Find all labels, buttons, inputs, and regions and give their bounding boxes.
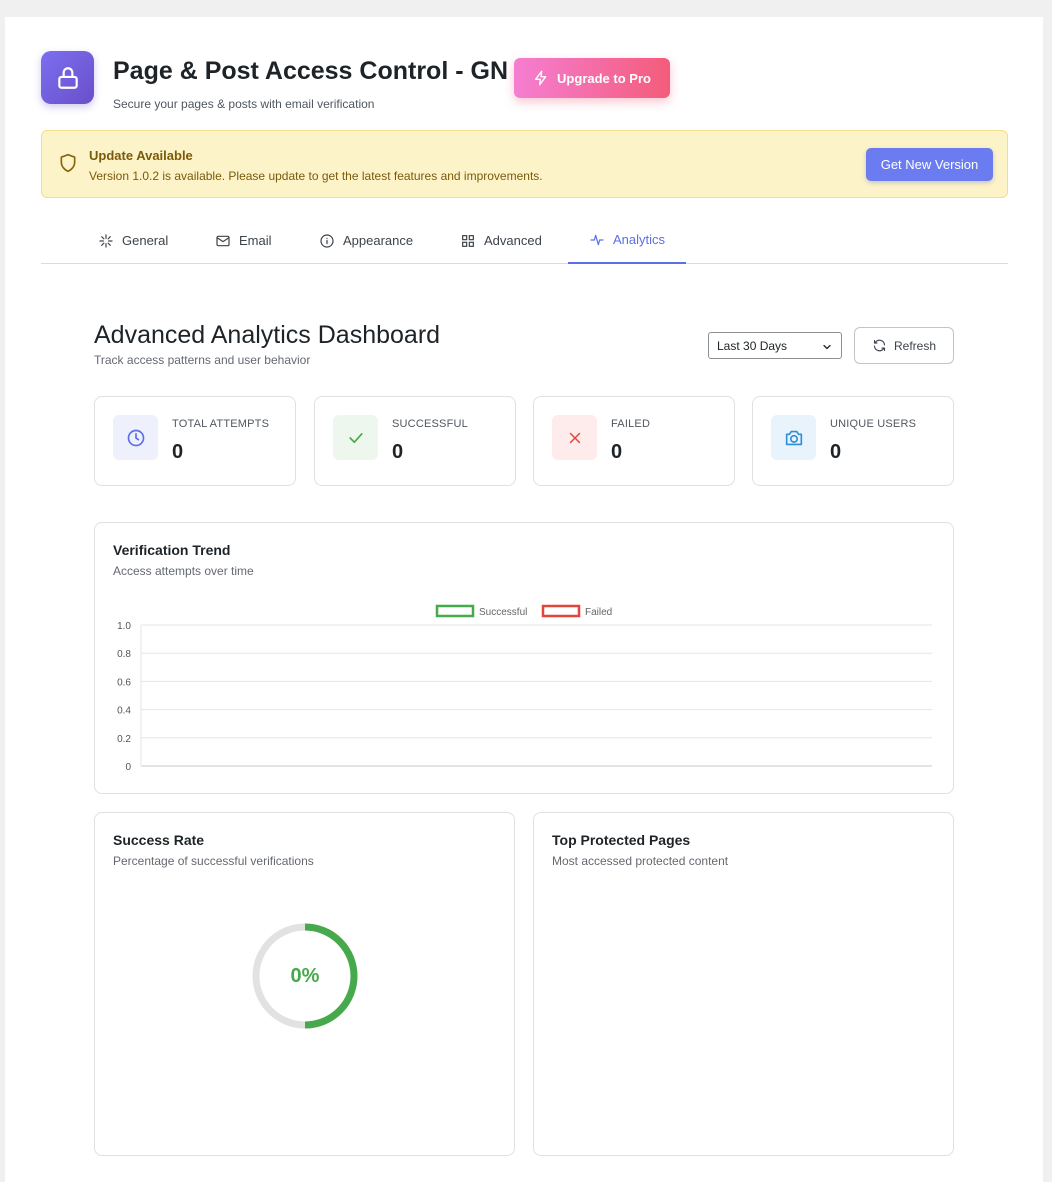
info-circle-icon [320,233,334,248]
clock-icon [113,415,158,460]
refresh-button[interactable]: Refresh [854,327,954,364]
tab-label: General [122,233,169,248]
get-new-version-button[interactable]: Get New Version [866,148,993,181]
y-tick-label: 0.2 [117,734,131,745]
upgrade-to-pro-button[interactable]: Upgrade to Pro [514,58,670,98]
y-tick-label: 1.0 [117,621,131,632]
refresh-icon [873,339,886,352]
date-range-select[interactable]: Last 30 Days [708,332,842,359]
verification-trend-chart: 1.0 0.8 0.6 0.4 0.2 0 Successful Failed [117,604,932,773]
date-range-value: Last 30 Days [717,338,788,353]
stat-card-total-attempts: TOTAL ATTEMPTS 0 [94,396,296,486]
sparkle-icon [99,233,113,248]
stat-label: UNIQUE USERS [830,418,917,430]
refresh-label: Refresh [893,338,937,353]
plugin-page: Page & Post Access Control - GN Secure y… [5,17,1043,1182]
shield-icon [60,153,76,173]
lightning-icon [535,70,547,86]
tab-label: Advanced [484,233,542,248]
y-tick-label: 0 [125,762,131,773]
stat-value: 0 [611,441,623,463]
page-subtitle: Secure your pages & posts with email ver… [113,97,375,111]
success-rate-value: 0% [290,964,320,987]
success-rate-card: Success Rate Percentage of successful ve… [94,812,515,1156]
stat-card-unique-users: UNIQUE USERS 0 [752,396,954,486]
card-subtitle: Percentage of successful verifications [113,854,314,868]
x-icon [552,415,597,460]
card-title: Success Rate [113,832,205,848]
tab-advanced[interactable]: Advanced [460,217,542,264]
tab-appearance[interactable]: Appearance [319,217,413,264]
stat-label: TOTAL ATTEMPTS [172,418,270,430]
legend-label: Failed [585,607,612,618]
stat-card-failed: FAILED 0 [533,396,735,486]
tab-label: Email [239,233,272,248]
page-title: Page & Post Access Control - GN [113,57,508,85]
legend-label: Successful [479,607,527,618]
stat-value: 0 [172,441,184,463]
stat-value: 0 [392,441,404,463]
check-icon [333,415,378,460]
lock-logo-icon [41,51,94,104]
upgrade-label: Upgrade to Pro [557,70,651,86]
verification-trend-card: Verification Trend Access attempts over … [94,522,954,794]
banner-title: Update Available [89,148,193,163]
legend-swatch [541,604,581,618]
y-tick-label: 0.6 [117,677,131,688]
mail-icon [216,235,230,246]
tab-label: Analytics [612,232,666,247]
card-subtitle: Most accessed protected content [552,854,729,868]
chevron-down-icon [823,344,831,350]
stat-card-successful: SUCCESSFUL 0 [314,396,516,486]
stat-label: FAILED [611,418,651,430]
camera-icon [771,415,816,460]
legend-swatch [435,604,475,618]
y-tick-label: 0.8 [117,649,131,660]
top-protected-pages-card: Top Protected Pages Most accessed protec… [533,812,954,1156]
card-title: Top Protected Pages [552,832,691,848]
grid-icon [462,234,474,247]
update-banner: Update Available Version 1.0.2 is availa… [41,130,1008,198]
banner-text: Version 1.0.2 is available. Please updat… [89,169,543,183]
tab-email[interactable]: Email [215,217,272,264]
dashboard-subtitle: Track access patterns and user behavior [94,353,311,367]
y-tick-label: 0.4 [117,706,131,717]
tab-general[interactable]: General [98,217,168,264]
tab-analytics[interactable]: Analytics [568,217,686,264]
settings-tabs: General Email Appearance Advanced Analyt… [41,217,1008,264]
dashboard-title: Advanced Analytics Dashboard [94,321,441,349]
plugin-header: Page & Post Access Control - GN Secure y… [41,51,1011,111]
tab-label: Appearance [343,233,414,248]
pulse-icon [590,234,604,245]
stat-value: 0 [830,441,842,463]
stat-label: SUCCESSFUL [392,418,468,430]
